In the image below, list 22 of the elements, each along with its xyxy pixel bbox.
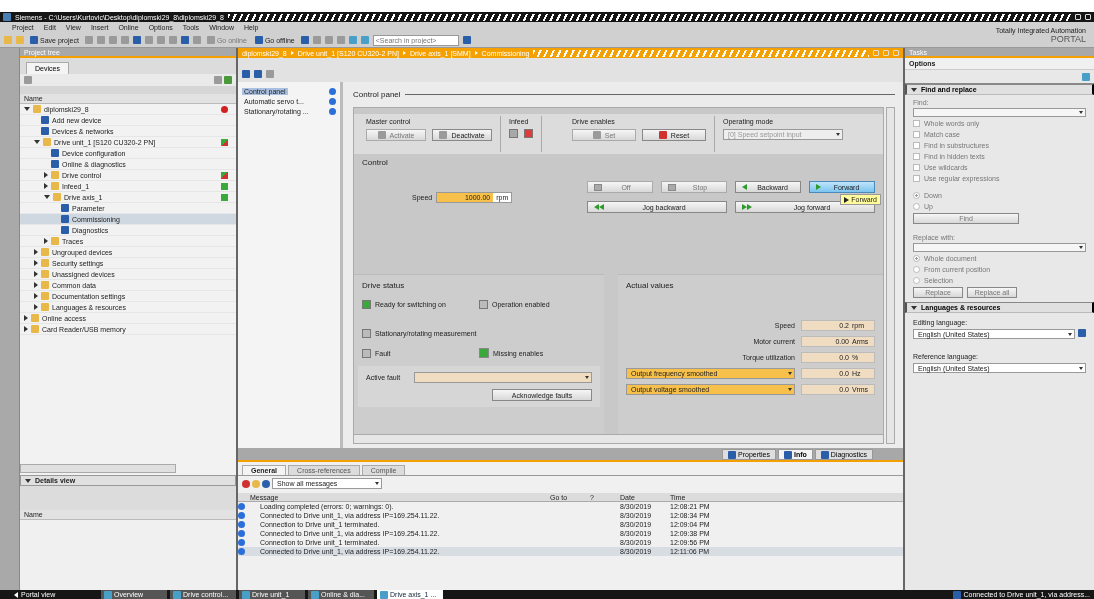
double-left-arrow-icon (594, 204, 604, 210)
breadcrumb-arrow-icon (402, 51, 406, 55)
double-right-arrow-icon (742, 204, 752, 210)
scrollbar[interactable] (354, 434, 883, 443)
brand-subtitle: PORTAL (1049, 34, 1086, 44)
find-field[interactable] (913, 108, 1086, 117)
breadcrumb-arrow-icon (290, 51, 294, 55)
scrollbar[interactable] (886, 107, 895, 444)
left-arrow-icon (742, 184, 747, 190)
active-fault-dropdown[interactable] (414, 372, 592, 383)
status-icon (221, 106, 228, 113)
right-arrow-icon (816, 184, 821, 190)
info-filter-icon[interactable] (262, 479, 270, 488)
scrollbar[interactable] (20, 464, 176, 473)
status-icon (221, 139, 228, 146)
section-title: Control (362, 158, 388, 167)
error-filter-icon[interactable] (242, 479, 250, 488)
replace-field[interactable] (913, 243, 1086, 252)
section-title: Actual values (626, 281, 675, 290)
section-title: Control panel (353, 90, 401, 99)
breadcrumb-arrow-icon (474, 51, 478, 55)
section-title: Drive status (362, 281, 406, 290)
